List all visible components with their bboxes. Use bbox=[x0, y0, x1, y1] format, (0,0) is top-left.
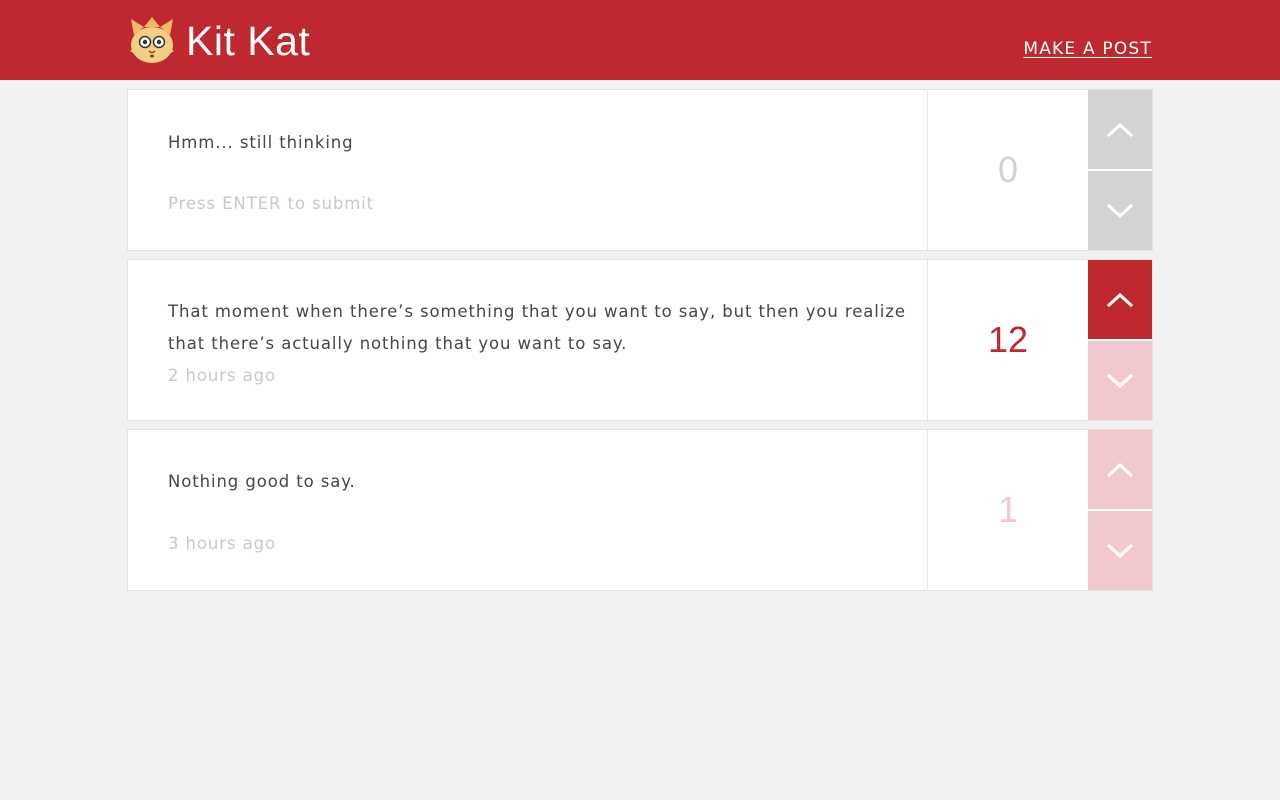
upvote-button[interactable] bbox=[1088, 90, 1152, 169]
chevron-down-icon bbox=[1106, 373, 1134, 388]
submit-hint: Press ENTER to submit bbox=[168, 194, 375, 213]
post-timestamp: 2 hours ago bbox=[168, 366, 276, 385]
downvote-button[interactable] bbox=[1088, 511, 1152, 590]
score-column: 1 bbox=[927, 430, 1088, 590]
chevron-up-icon bbox=[1106, 292, 1134, 307]
score-column: 0 bbox=[927, 90, 1088, 250]
upvote-button[interactable] bbox=[1088, 430, 1152, 509]
downvote-button[interactable] bbox=[1088, 341, 1152, 420]
composer-input-wrap bbox=[168, 126, 908, 158]
app-header: Kit Kat MAKE A POST bbox=[0, 0, 1280, 80]
upvote-button[interactable] bbox=[1088, 260, 1152, 339]
downvote-button[interactable] bbox=[1088, 171, 1152, 250]
score-value: 0 bbox=[997, 149, 1019, 190]
post-card: That moment when there’s something that … bbox=[127, 259, 1153, 421]
vote-column bbox=[1088, 260, 1152, 420]
app-title: Kit Kat bbox=[186, 18, 311, 64]
post-timestamp: 3 hours ago bbox=[168, 534, 276, 553]
chevron-up-icon bbox=[1106, 462, 1134, 477]
header-inner: Kit Kat MAKE A POST bbox=[128, 0, 1152, 80]
score-value: 1 bbox=[997, 489, 1019, 530]
post-text: That moment when there’s something that … bbox=[168, 302, 906, 353]
chevron-down-icon bbox=[1106, 203, 1134, 218]
post-input[interactable] bbox=[168, 126, 908, 158]
score-column: 12 bbox=[927, 260, 1088, 420]
post-text: Nothing good to say. bbox=[168, 472, 356, 491]
chevron-up-icon bbox=[1106, 122, 1134, 137]
cat-logo-icon bbox=[130, 17, 174, 63]
post-card: Nothing good to say. 3 hours ago 1 bbox=[127, 429, 1153, 591]
make-post-link[interactable]: MAKE A POST bbox=[1023, 39, 1152, 59]
chevron-down-icon bbox=[1106, 543, 1134, 558]
composer-card: Press ENTER to submit 0 bbox=[127, 89, 1153, 251]
score-value: 12 bbox=[987, 319, 1029, 360]
vote-column bbox=[1088, 430, 1152, 590]
vote-column bbox=[1088, 90, 1152, 250]
post-list: Press ENTER to submit 0 That moment when… bbox=[127, 89, 1153, 599]
